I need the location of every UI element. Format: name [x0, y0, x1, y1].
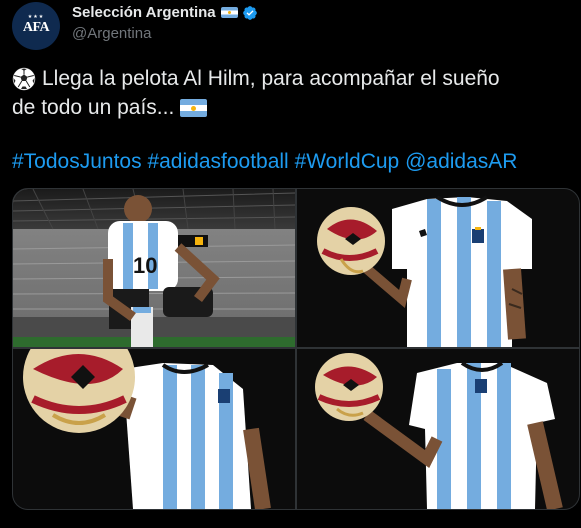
stadium-image: 10	[13, 189, 295, 347]
avatar[interactable]: ★★★ AFA	[12, 2, 60, 50]
photo-ball-hand-jersey-2[interactable]	[297, 349, 579, 509]
photo-ball-closeup-jersey[interactable]	[13, 349, 295, 509]
tweet-line-1: Llega la pelota Al Hilm, para acompañar …	[12, 64, 572, 93]
author-display-name[interactable]: Selección Argentina	[72, 4, 216, 21]
verified-badge-icon	[242, 5, 257, 20]
tweet-line-2: de todo un país...	[12, 93, 572, 122]
author-handle[interactable]: @Argentina	[72, 25, 151, 42]
tweet: ★★★ AFA Selección Argentina @Argentina L…	[0, 0, 581, 528]
argentina-flag-icon	[220, 7, 238, 18]
soccer-ball-icon	[12, 67, 36, 90]
avatar-initials: AFA	[22, 20, 50, 35]
hashtag-adidasfootball[interactable]: #adidasfootball	[147, 150, 288, 173]
tweet-body: Llega la pelota Al Hilm, para acompañar …	[12, 64, 572, 122]
ball-closeup-image	[13, 349, 295, 509]
hashtag-worldcup[interactable]: #WorldCup	[295, 150, 400, 173]
argentina-flag-icon	[180, 98, 208, 117]
photo-player-stadium[interactable]: 10	[13, 189, 295, 347]
tweet-text-line-1: Llega la pelota Al Hilm, para acompañar …	[42, 67, 500, 90]
kit-number: 10	[133, 253, 157, 278]
hashtag-todosjuntos[interactable]: #TodosJuntos	[12, 150, 142, 173]
hashtag-row: #TodosJuntos #adidasfootball #WorldCup @…	[12, 148, 517, 176]
jersey-image	[297, 189, 579, 347]
author-name-row[interactable]: Selección Argentina	[72, 4, 258, 21]
jersey-image-2	[297, 349, 579, 509]
mention-adidasar[interactable]: @adidasAR	[405, 150, 517, 173]
photo-ball-hand-jersey[interactable]	[297, 189, 579, 347]
media-grid: 10	[12, 188, 580, 510]
tweet-text-line-2: de todo un país...	[12, 96, 175, 119]
